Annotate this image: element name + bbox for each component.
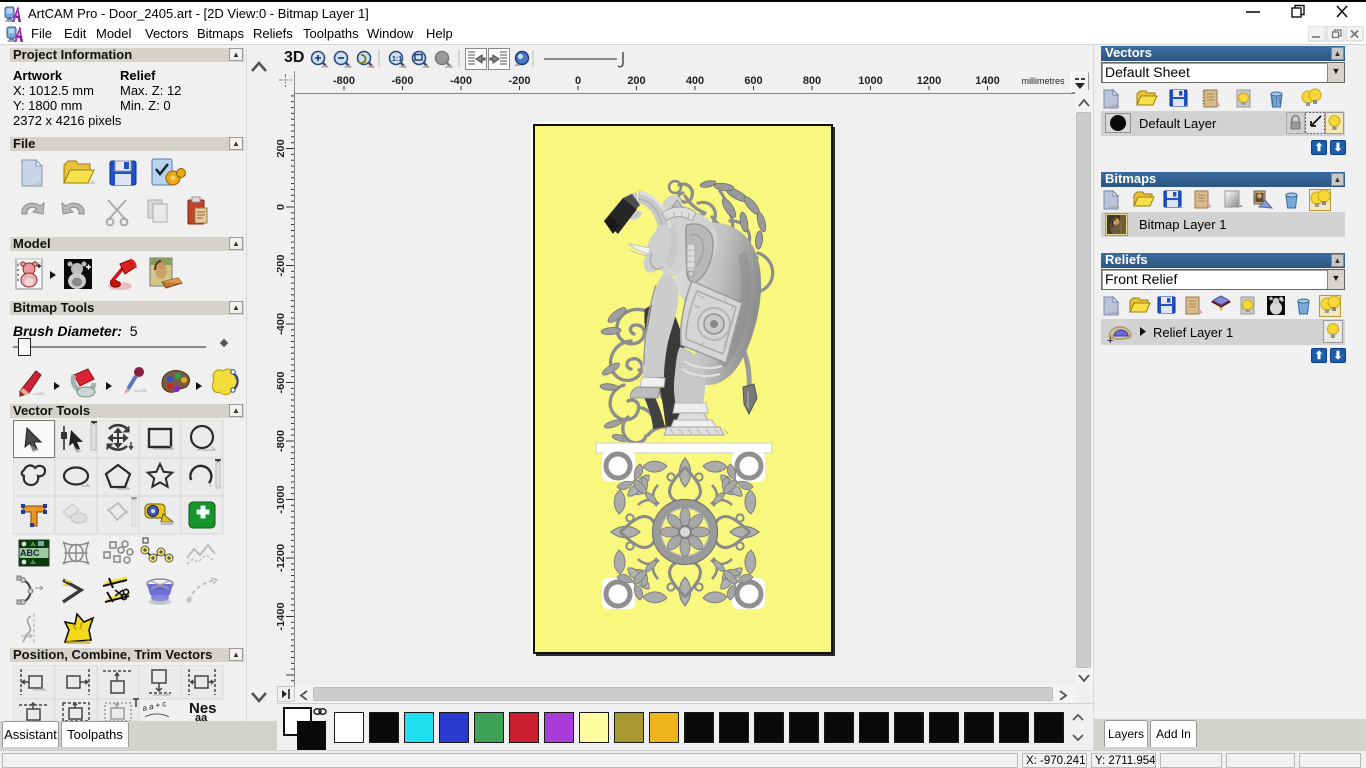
svg-text:-800: -800 (277, 430, 287, 452)
svg-text:-1000: -1000 (277, 485, 287, 513)
svg-text:-800: -800 (333, 75, 355, 87)
svg-text:millimetres: millimetres (1021, 76, 1065, 86)
svg-text:200: 200 (277, 139, 287, 157)
svg-text:-600: -600 (391, 75, 413, 87)
svg-text:a a + c: a a + c (142, 699, 168, 713)
svg-text:+: + (1107, 335, 1113, 345)
svg-text:1:1: 1:1 (392, 56, 402, 63)
svg-text:-1400: -1400 (277, 602, 287, 630)
svg-text:ABC: ABC (20, 548, 40, 558)
svg-text:600: 600 (744, 75, 762, 87)
svg-text:0: 0 (575, 75, 581, 87)
svg-text:-200: -200 (508, 75, 530, 87)
svg-text:-600: -600 (277, 371, 287, 393)
svg-text:1400: 1400 (975, 75, 999, 87)
svg-text:-400: -400 (277, 313, 287, 335)
svg-text:1000: 1000 (858, 75, 882, 87)
svg-text:1200: 1200 (917, 75, 941, 87)
svg-text:200: 200 (627, 75, 645, 87)
svg-text:aa: aa (195, 712, 208, 721)
svg-text:800: 800 (803, 75, 821, 87)
svg-text:-1200: -1200 (277, 544, 287, 572)
svg-text:400: 400 (686, 75, 704, 87)
svg-text:-200: -200 (277, 254, 287, 276)
svg-text:0: 0 (277, 204, 287, 210)
svg-text:-400: -400 (450, 75, 472, 87)
